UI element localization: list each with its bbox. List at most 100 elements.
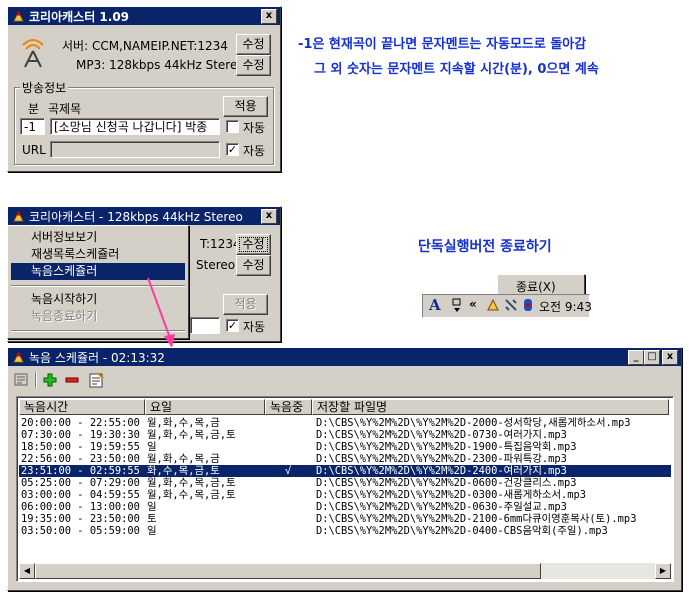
song-title-column-label: 곡제목 xyxy=(48,102,82,116)
apply-button[interactable]: 적용 xyxy=(223,294,268,315)
cell-day: 화,수,목,금,토 xyxy=(147,465,220,477)
cell-day: 일 xyxy=(147,441,157,453)
tray-window-title: 코리아캐스터 - 128kbps 44kHz Stereo xyxy=(29,209,243,224)
cell-file: D:\CBS\%Y%2M%2D\%Y%2M%2D-0400-CBS음악회(주일)… xyxy=(316,525,608,537)
url-label: URL xyxy=(22,143,46,157)
cell-day: 월,화,수,목,금 xyxy=(147,453,220,465)
edit-server-button[interactable]: 수정 xyxy=(236,34,271,55)
table-row[interactable]: 03:00:00 - 04:59:55 월,화,수,목,금,토 D:\CBS\%Y%… xyxy=(19,489,671,501)
edit-mp3-button[interactable]: 수정 xyxy=(236,255,271,276)
note-line-2: 그 외 숫자는 문자멘트 지속할 시간(분), 0으면 계속 xyxy=(314,62,599,77)
minimize-button[interactable]: _ xyxy=(628,350,644,365)
auto-checkbox-title[interactable] xyxy=(226,120,239,133)
cell-time: 19:35:00 - 23:50:00 xyxy=(21,513,140,525)
scroll-left-button[interactable]: ◀ xyxy=(19,563,35,579)
title-input-partial[interactable] xyxy=(190,317,220,334)
cell-file: D:\CBS\%Y%2M%2D\%Y%2M%2D-0600-건강클리스.mp3 xyxy=(316,477,577,489)
schedule-list[interactable]: 녹음시간 요일 녹음중 저장할 파일명 20:00:00 - 22:55:00 월… xyxy=(16,396,674,582)
app-icon xyxy=(13,10,24,22)
tray-window-titlebar[interactable]: 코리아캐스터 - 128kbps 44kHz Stereo x xyxy=(8,207,280,225)
cell-file: D:\CBS\%Y%2M%2D\%Y%2M%2D-2000-성서학당,새롭게하소… xyxy=(316,417,631,429)
broadcast-info-title: 방송정보 xyxy=(20,79,69,96)
maximize-button[interactable]: □ xyxy=(644,350,660,365)
menu-item-server-info[interactable]: 서버정보보기 xyxy=(11,229,185,246)
cell-time: 03:00:00 - 04:59:55 xyxy=(21,489,140,501)
auto-checkbox-url[interactable]: ✓ xyxy=(226,143,239,156)
speaker-icon[interactable] xyxy=(521,297,535,313)
scroll-right-button[interactable]: ▶ xyxy=(655,563,671,579)
input-method-icon[interactable] xyxy=(451,297,463,315)
auto-label-url: 자동 xyxy=(243,144,266,158)
horizontal-scrollbar[interactable]: ◀ ▶ xyxy=(19,563,671,579)
cell-day: 월,화,수,목,금 xyxy=(147,417,220,429)
chevron-left-icon[interactable]: « xyxy=(469,297,477,311)
record-scheduler-titlebar[interactable]: 녹음 스케쥴러 - 02:13:32 _ □ x xyxy=(8,348,681,366)
minutes-column-label: 분 xyxy=(28,102,40,116)
auto-label: 자동 xyxy=(243,320,266,334)
main-window-title: 코리아캐스터 1.09 xyxy=(29,9,130,24)
cell-day: 월,화,수,목,금,토 xyxy=(147,429,236,441)
main-window: 코리아캐스터 1.09 x 서버: CCM,NAMEIP.NET:1234 수정… xyxy=(7,6,281,172)
cell-day: 토 xyxy=(147,513,157,525)
column-header-time[interactable]: 녹음시간 xyxy=(19,399,145,415)
table-row[interactable]: 20:00:00 - 22:55:00 월,화,수,목,금 D:\CBS\%Y%2M… xyxy=(19,417,671,429)
font-a-icon[interactable]: A xyxy=(429,296,441,314)
scroll-thumb[interactable] xyxy=(35,563,541,579)
cell-day: 월,화,수,목,금,토 xyxy=(147,477,236,489)
column-header-filename[interactable]: 저장할 파일명 xyxy=(312,399,669,415)
song-title-input[interactable]: [소망님 신청곡 나갑니다] 박종 xyxy=(50,118,220,135)
cell-file: D:\CBS\%Y%2M%2D\%Y%2M%2D-1900-특집음악회.mp3 xyxy=(316,441,577,453)
menu-item-playlist-scheduler[interactable]: 재생목록스케쥴러 xyxy=(11,246,185,263)
table-row[interactable]: 06:00:00 - 13:00:00 일 D:\CBS\%Y%2M%2D\%Y%2… xyxy=(19,501,671,513)
url-input[interactable] xyxy=(50,141,220,158)
table-row[interactable]: 18:50:00 - 19:59:55 일 D:\CBS\%Y%2M%2D\%Y%2… xyxy=(19,441,671,453)
cell-rec: √ xyxy=(285,465,292,477)
cell-day: 일 xyxy=(147,525,157,537)
cell-day: 월,화,수,목,금,토 xyxy=(147,489,236,501)
edit-schedule-icon[interactable] xyxy=(87,371,105,389)
table-row[interactable]: 03:50:00 - 05:59:00 일 D:\CBS\%Y%2M%2D\%Y%2… xyxy=(19,525,671,537)
table-row[interactable]: 22:56:00 - 23:50:00 월,화,수,목,금 D:\CBS\%Y%2M… xyxy=(19,453,671,465)
table-row[interactable]: 07:30:00 - 19:30:30 월,화,수,목,금,토 D:\CBS\%Y%… xyxy=(19,429,671,441)
cell-file: D:\CBS\%Y%2M%2D\%Y%2M%2D-2300-파워특강.mp3 xyxy=(316,453,567,465)
server-label: 서버: CCM,NAMEIP.NET:1234 xyxy=(62,39,228,53)
server-label-partial: T:1234 xyxy=(200,237,241,251)
add-icon[interactable] xyxy=(42,372,58,388)
properties-icon[interactable] xyxy=(13,372,31,388)
toolbar-separator xyxy=(35,372,37,388)
auto-checkbox[interactable]: ✓ xyxy=(226,319,239,332)
record-scheduler-window: 녹음 스케쥴러 - 02:13:32 _ □ x 녹음시간 요일 녹음중 저장할… xyxy=(7,347,682,591)
app-icon xyxy=(13,210,24,222)
edit-server-button[interactable]: 수정 xyxy=(236,234,271,255)
table-row[interactable]: 05:25:00 - 07:29:00 월,화,수,목,금,토 D:\CBS\%Y%… xyxy=(19,477,671,489)
cell-file: D:\CBS\%Y%2M%2D\%Y%2M%2D-0730-여러가지.mp3 xyxy=(316,429,567,441)
edit-mp3-button[interactable]: 수정 xyxy=(236,55,271,76)
satellite-icon[interactable] xyxy=(503,297,519,313)
column-header-recording[interactable]: 녹음중 xyxy=(265,399,312,415)
caster-tray-icon[interactable] xyxy=(485,297,501,313)
close-button[interactable]: x xyxy=(261,9,277,24)
close-button[interactable]: x xyxy=(261,209,277,224)
cell-time: 03:50:00 - 05:59:00 xyxy=(21,525,140,537)
stereo-label-partial: Stereo xyxy=(196,258,236,272)
system-tray: A « 오전 9:43 xyxy=(422,294,592,318)
record-scheduler-title: 녹음 스케쥴러 - 02:13:32 xyxy=(29,350,165,365)
pointer-arrow xyxy=(147,277,175,348)
table-row[interactable]: 23:51:00 - 02:59:55 화,수,목,금,토 √ D:\CBS\%Y%2… xyxy=(19,465,671,477)
cell-time: 05:25:00 - 07:29:00 xyxy=(21,477,140,489)
close-button[interactable]: x xyxy=(662,350,678,365)
cell-file: D:\CBS\%Y%2M%2D\%Y%2M%2D-2100-6mm다큐이영훈목사… xyxy=(316,513,637,525)
cell-time: 07:30:00 - 19:30:30 xyxy=(21,429,140,441)
mp3-label: MP3: 128kbps 44kHz Stereo xyxy=(76,58,245,72)
column-header-day[interactable]: 요일 xyxy=(145,399,265,415)
cell-time: 18:50:00 - 19:59:55 xyxy=(21,441,140,453)
table-row[interactable]: 19:35:00 - 23:50:00 토 D:\CBS\%Y%2M%2D\%Y%2… xyxy=(19,513,671,525)
cell-file: D:\CBS\%Y%2M%2D\%Y%2M%2D-0630-주일설교.mp3 xyxy=(316,501,567,513)
clock[interactable]: 오전 9:43 xyxy=(539,298,592,315)
minutes-input[interactable]: -1 xyxy=(20,118,45,135)
apply-button[interactable]: 적용 xyxy=(223,96,268,117)
cell-file: D:\CBS\%Y%2M%2D\%Y%2M%2D-0300-새롭게하소서.mp3 xyxy=(316,489,587,501)
exit-menu-item[interactable]: 종료(X) xyxy=(516,278,556,295)
main-window-titlebar[interactable]: 코리아캐스터 1.09 x xyxy=(8,7,280,25)
remove-icon[interactable] xyxy=(64,372,80,388)
